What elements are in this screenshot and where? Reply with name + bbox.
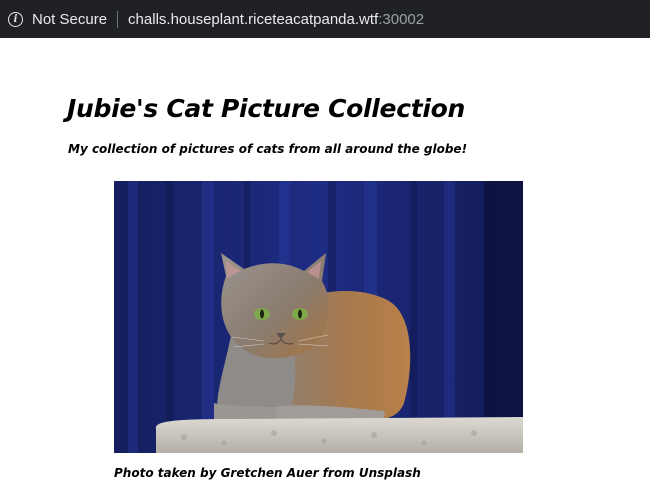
security-status-label[interactable]: Not Secure — [32, 11, 107, 28]
cat-photo — [114, 181, 523, 453]
info-icon[interactable]: i — [8, 11, 23, 27]
url-field[interactable]: challs.houseplant.riceteacatpanda.wtf:30… — [128, 11, 424, 28]
address-divider — [117, 10, 119, 28]
photo-caption: Photo taken by Gretchen Auer from Unspla… — [114, 466, 421, 480]
url-port: :30002 — [378, 10, 425, 28]
page-title: Jubie's Cat Picture Collection — [67, 94, 466, 123]
browser-address-bar: i Not Secure challs.houseplant.riceteaca… — [0, 0, 650, 38]
page-subtitle: My collection of pictures of cats from a… — [68, 142, 468, 156]
url-host: challs.houseplant.riceteacatpanda.wtf — [128, 10, 379, 28]
page-content: Jubie's Cat Picture Collection My collec… — [0, 38, 650, 503]
